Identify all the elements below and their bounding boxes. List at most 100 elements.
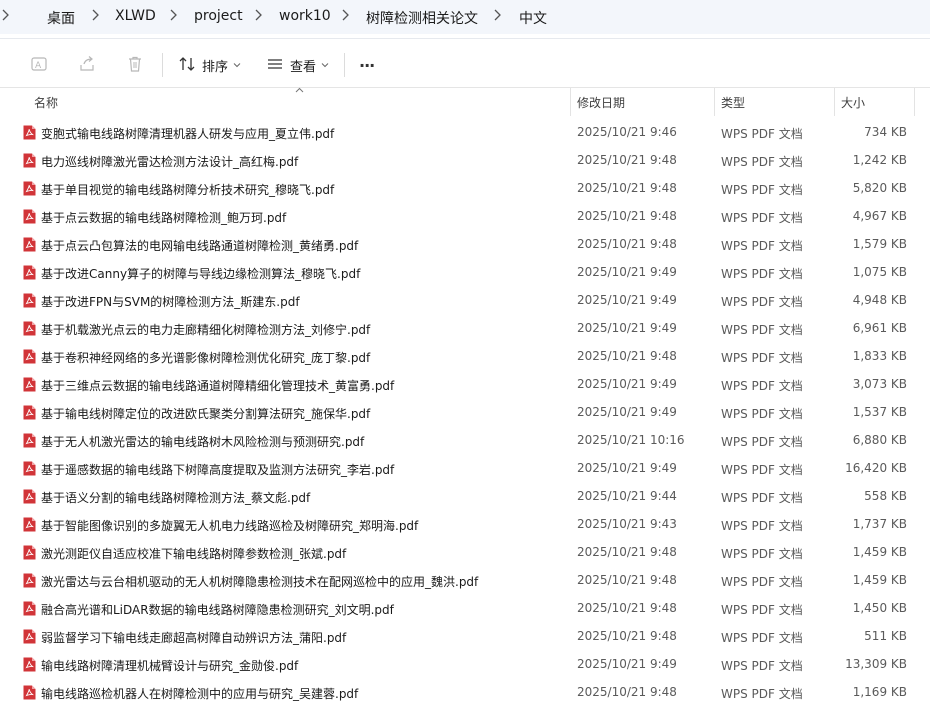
chevron-right-icon[interactable] (168, 8, 178, 22)
chevron-right-icon[interactable] (253, 8, 263, 22)
chevron-right-icon[interactable] (492, 8, 502, 22)
column-header-name[interactable]: 名称 (34, 94, 58, 111)
column-header-row: 名称 修改日期 类型 大小 (0, 87, 930, 116)
chevron-right-icon[interactable] (90, 8, 100, 22)
file-row[interactable]: 基于改进FPN与SVM的树障检测方法_斯建东.pdf 2025/10/21 9:4… (0, 286, 930, 314)
file-size: 16,420 KB (845, 461, 907, 475)
file-size: 1,579 KB (852, 237, 907, 251)
view-list-icon (266, 55, 284, 76)
pdf-file-icon (23, 377, 36, 392)
file-row[interactable]: 激光雷达与云台相机驱动的无人机树障隐患检测技术在配网巡检中的应用_魏洪.pdf 2… (0, 566, 930, 594)
file-name: 基于单目视觉的输电线路树障分析技术研究_穆晓飞.pdf (41, 183, 335, 197)
pdf-file-icon (23, 461, 36, 476)
file-modified-date: 2025/10/21 9:48 (577, 153, 677, 167)
file-row[interactable]: 融合高光谱和LiDAR数据的输电线路树障隐患检测研究_刘文明.pdf 2025/1… (0, 594, 930, 622)
file-size: 1,537 KB (852, 405, 907, 419)
file-size: 734 KB (864, 125, 907, 139)
file-modified-date: 2025/10/21 9:43 (577, 517, 677, 531)
file-modified-date: 2025/10/21 9:48 (577, 349, 677, 363)
sort-label: 排序 (202, 59, 229, 75)
breadcrumb-item-chinese[interactable]: 中文 (519, 8, 547, 28)
column-header-date[interactable]: 修改日期 (577, 94, 625, 111)
file-type: WPS PDF 文档 (721, 547, 803, 561)
file-name: 融合高光谱和LiDAR数据的输电线路树障隐患检测研究_刘文明.pdf (41, 603, 394, 617)
file-name: 基于智能图像识别的多旋翼无人机电力线路巡检及树障研究_郑明海.pdf (41, 519, 419, 533)
file-modified-date: 2025/10/21 9:49 (577, 293, 677, 307)
breadcrumb-item-desktop[interactable]: 桌面 (47, 8, 75, 28)
file-modified-date: 2025/10/21 9:44 (577, 489, 677, 503)
file-type: WPS PDF 文档 (721, 659, 803, 673)
column-resize-handle[interactable] (570, 88, 571, 116)
file-row[interactable]: 基于无人机激光雷达的输电线路树木风险检测与预测研究.pdf 2025/10/21 … (0, 426, 930, 454)
file-row[interactable]: 弱监督学习下输电线走廊超高树障自动辨识方法_蒲阳.pdf 2025/10/21 9… (0, 622, 930, 650)
column-resize-handle[interactable] (714, 88, 715, 116)
pdf-file-icon (23, 293, 36, 308)
file-row[interactable]: 基于卷积神经网络的多光谱影像树障检测优化研究_庞丁黎.pdf 2025/10/21… (0, 342, 930, 370)
file-type: WPS PDF 文档 (721, 603, 803, 617)
breadcrumb: 桌面 XLWD project work10 树障检测相关论文 中文 (0, 0, 930, 34)
file-name: 基于点云凸包算法的电网输电线路通道树障检测_黄绪勇.pdf (41, 239, 359, 253)
pdf-file-icon (23, 153, 36, 168)
file-modified-date: 2025/10/21 9:49 (577, 265, 677, 279)
file-list: 变胞式输电线路树障清理机器人研发与应用_夏立伟.pdf 2025/10/21 9:… (0, 118, 930, 706)
delete-icon[interactable] (126, 55, 144, 73)
breadcrumb-item-papers[interactable]: 树障检测相关论文 (366, 8, 478, 28)
file-modified-date: 2025/10/21 9:48 (577, 209, 677, 223)
file-type: WPS PDF 文档 (721, 407, 803, 421)
pdf-file-icon (23, 517, 36, 532)
breadcrumb-item-work10[interactable]: work10 (279, 8, 331, 24)
file-size: 558 KB (864, 489, 907, 503)
file-row[interactable]: 基于单目视觉的输电线路树障分析技术研究_穆晓飞.pdf 2025/10/21 9:… (0, 174, 930, 202)
column-header-size[interactable]: 大小 (841, 94, 865, 111)
share-icon[interactable] (78, 55, 96, 73)
chevron-right-icon[interactable] (0, 8, 10, 22)
view-button[interactable]: 查看 (266, 54, 329, 76)
file-size: 3,073 KB (852, 377, 907, 391)
sort-button[interactable]: 排序 (178, 54, 241, 76)
file-row[interactable]: 基于语义分割的输电线路树障检测方法_蔡文彪.pdf 2025/10/21 9:44… (0, 482, 930, 510)
file-name: 弱监督学习下输电线走廊超高树障自动辨识方法_蒲阳.pdf (41, 631, 347, 645)
file-row[interactable]: 激光测距仪自适应校准下输电线路树障参数检测_张斌.pdf 2025/10/21 9… (0, 538, 930, 566)
file-row[interactable]: 基于机载激光点云的电力走廊精细化树障检测方法_刘修宁.pdf 2025/10/21… (0, 314, 930, 342)
file-row[interactable]: 基于输电线树障定位的改进欧氏聚类分割算法研究_施保华.pdf 2025/10/21… (0, 398, 930, 426)
file-row[interactable]: 输电线路树障清理机械臂设计与研究_金勋俊.pdf 2025/10/21 9:49 W… (0, 650, 930, 678)
file-size: 511 KB (864, 629, 907, 643)
file-modified-date: 2025/10/21 9:48 (577, 237, 677, 251)
chevron-right-icon[interactable] (340, 8, 350, 22)
pdf-file-icon (23, 629, 36, 644)
file-type: WPS PDF 文档 (721, 323, 803, 337)
column-resize-handle[interactable] (914, 88, 915, 116)
file-type: WPS PDF 文档 (721, 351, 803, 365)
file-name: 基于无人机激光雷达的输电线路树木风险检测与预测研究.pdf (41, 435, 365, 449)
file-row[interactable]: 基于遥感数据的输电线路下树障高度提取及监测方法研究_李岩.pdf 2025/10/… (0, 454, 930, 482)
ai-rename-icon[interactable]: A (30, 55, 48, 73)
file-modified-date: 2025/10/21 10:16 (577, 433, 685, 447)
pdf-file-icon (23, 237, 36, 252)
file-row[interactable]: 输电线路巡检机器人在树障检测中的应用与研究_吴建蓉.pdf 2025/10/21 … (0, 678, 930, 706)
column-resize-handle[interactable] (834, 88, 835, 116)
pdf-file-icon (23, 265, 36, 280)
pdf-file-icon (23, 573, 36, 588)
file-row[interactable]: 基于改进Canny算子的树障与导线边缘检测算法_穆晓飞.pdf 2025/10/2… (0, 258, 930, 286)
file-row[interactable]: 电力巡线树障激光雷达检测方法设计_高红梅.pdf 2025/10/21 9:48 W… (0, 146, 930, 174)
file-row[interactable]: 基于点云数据的输电线路树障检测_鲍万珂.pdf 2025/10/21 9:48 WP… (0, 202, 930, 230)
file-type: WPS PDF 文档 (721, 575, 803, 589)
breadcrumb-item-xlwd[interactable]: XLWD (115, 8, 156, 24)
file-row[interactable]: 基于点云凸包算法的电网输电线路通道树障检测_黄绪勇.pdf 2025/10/21 … (0, 230, 930, 258)
pdf-file-icon (23, 433, 36, 448)
file-name: 电力巡线树障激光雷达检测方法设计_高红梅.pdf (41, 155, 299, 169)
file-type: WPS PDF 文档 (721, 239, 803, 253)
file-name: 变胞式输电线路树障清理机器人研发与应用_夏立伟.pdf (41, 127, 335, 141)
file-name: 输电线路巡检机器人在树障检测中的应用与研究_吴建蓉.pdf (41, 687, 359, 701)
more-options-button[interactable]: ··· (359, 54, 375, 76)
file-row[interactable]: 基于三维点云数据的输电线路通道树障精细化管理技术_黄富勇.pdf 2025/10/… (0, 370, 930, 398)
file-name: 激光雷达与云台相机驱动的无人机树障隐患检测技术在配网巡检中的应用_魏洪.pdf (41, 575, 479, 589)
file-row[interactable]: 基于智能图像识别的多旋翼无人机电力线路巡检及树障研究_郑明海.pdf 2025/1… (0, 510, 930, 538)
pdf-file-icon (23, 321, 36, 336)
file-row[interactable]: 变胞式输电线路树障清理机器人研发与应用_夏立伟.pdf 2025/10/21 9:… (0, 118, 930, 146)
file-type: WPS PDF 文档 (721, 631, 803, 645)
column-header-type[interactable]: 类型 (721, 94, 745, 111)
sort-ascending-icon (295, 87, 304, 93)
file-name: 输电线路树障清理机械臂设计与研究_金勋俊.pdf (41, 659, 299, 673)
breadcrumb-item-project[interactable]: project (194, 8, 243, 24)
